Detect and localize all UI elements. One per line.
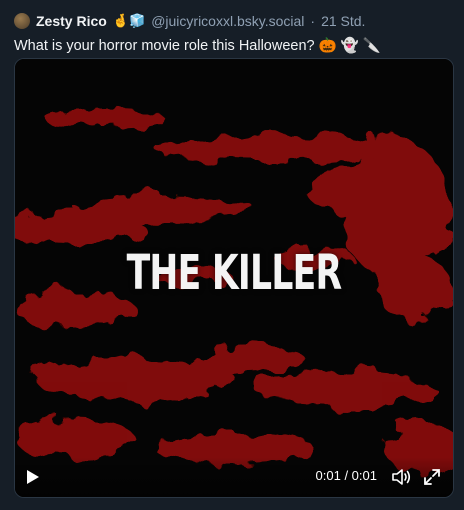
timestamp[interactable]: 21 Std. — [321, 13, 365, 29]
volume-icon[interactable] — [391, 468, 411, 486]
separator: · — [310, 13, 316, 29]
video-time: 0:01 / 0:01 — [315, 468, 377, 483]
post-text: What is your horror movie role this Hall… — [14, 38, 381, 54]
author-handle[interactable]: @juicyricoxxl.bsky.social — [151, 13, 304, 29]
post-header: Zesty Rico 🤞🧊 @juicyricoxxl.bsky.social … — [14, 13, 454, 29]
video-controls: 0:01 / 0:01 — [15, 457, 453, 497]
play-icon[interactable] — [27, 470, 39, 484]
author-name[interactable]: Zesty Rico — [36, 13, 107, 29]
author-emoji: 🤞🧊 — [112, 13, 146, 28]
fullscreen-icon[interactable] — [423, 468, 441, 486]
video-player[interactable]: THE KILLER 0:01 / 0:01 — [14, 58, 454, 498]
video-overlay-title: THE KILLER — [126, 245, 343, 301]
avatar[interactable] — [14, 13, 30, 29]
